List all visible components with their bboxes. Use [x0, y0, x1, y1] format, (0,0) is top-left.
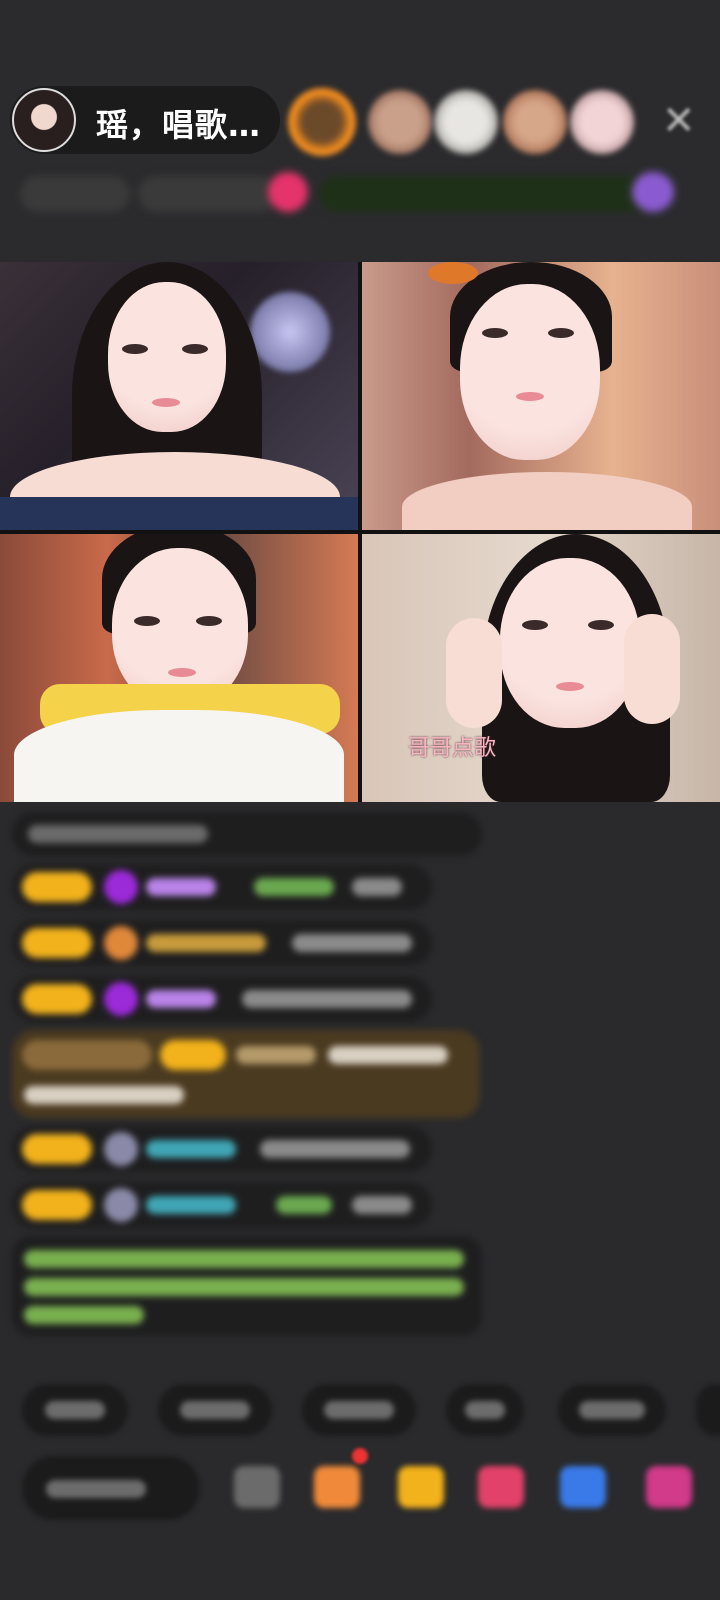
video-cell-bottom-left[interactable]: [0, 534, 358, 802]
bottom-toolbar: [0, 1448, 720, 1558]
video-cell-top-right[interactable]: [362, 262, 720, 530]
host-info-pill[interactable]: 瑶，唱歌…: [10, 86, 280, 154]
viewer-avatar[interactable]: [368, 90, 432, 154]
event-icon[interactable]: [632, 172, 674, 212]
viewer-avatar[interactable]: [570, 90, 634, 154]
wish-icon[interactable]: [478, 1466, 524, 1508]
notification-dot: [352, 1448, 368, 1464]
chat-message[interactable]: [12, 812, 482, 856]
chat-message-highlighted[interactable]: [12, 1030, 480, 1118]
chat-message[interactable]: [12, 1182, 432, 1228]
gift-icon[interactable]: [268, 172, 308, 212]
video-caption: 哥哥点歌: [408, 736, 497, 761]
more-icon[interactable]: [234, 1466, 280, 1508]
rank-badge[interactable]: [20, 176, 130, 212]
lottery-icon[interactable]: [398, 1466, 444, 1508]
game-icon[interactable]: [560, 1466, 606, 1508]
host-name: 瑶，唱歌…: [96, 106, 262, 144]
activity-banner[interactable]: [320, 176, 660, 212]
quick-chips-row: [0, 1382, 720, 1444]
system-notice: [12, 1236, 482, 1336]
quick-chip[interactable]: [158, 1384, 272, 1436]
gift-icon[interactable]: [646, 1466, 692, 1508]
quick-chip[interactable]: [446, 1384, 524, 1436]
close-icon[interactable]: ✕: [662, 98, 696, 144]
viewer-avatar[interactable]: [434, 90, 498, 154]
task-icon[interactable]: [314, 1466, 360, 1508]
chat-input[interactable]: [22, 1456, 200, 1520]
quick-chip[interactable]: [22, 1384, 128, 1436]
room-info-row: [20, 170, 700, 218]
quick-chip[interactable]: [696, 1384, 720, 1436]
top-viewer-avatar[interactable]: [288, 88, 356, 156]
quick-chip[interactable]: [302, 1384, 416, 1436]
fans-badge[interactable]: [138, 176, 278, 212]
video-cell-bottom-right[interactable]: 哥哥点歌: [362, 534, 720, 802]
quick-chip[interactable]: [558, 1384, 666, 1436]
chat-message[interactable]: [12, 920, 432, 966]
chat-message[interactable]: [12, 864, 432, 910]
top-bar: 瑶，唱歌… ✕: [0, 0, 720, 260]
chat-message[interactable]: [12, 1126, 432, 1172]
viewer-avatar[interactable]: [503, 90, 567, 154]
chat-message[interactable]: [12, 976, 432, 1022]
video-cell-top-left[interactable]: [0, 262, 358, 530]
multi-guest-video-grid: 哥哥点歌: [0, 262, 720, 802]
host-avatar[interactable]: [12, 88, 76, 152]
